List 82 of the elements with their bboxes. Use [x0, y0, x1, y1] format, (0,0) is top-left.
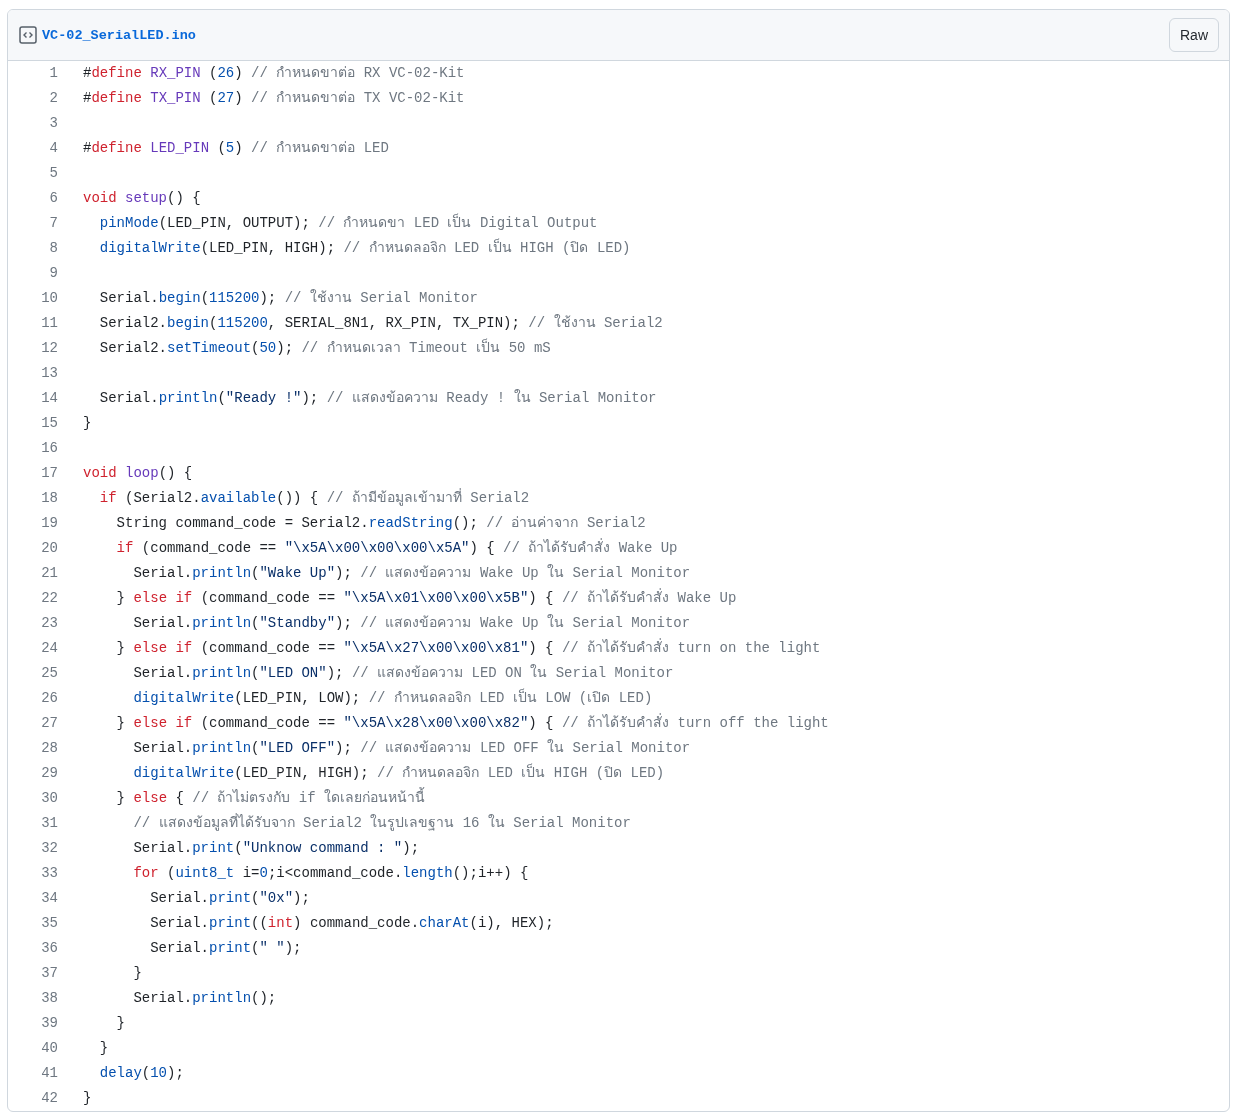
code-line: delay(10); — [98, 1064, 184, 1083]
line-number: 14 — [40, 389, 58, 408]
line-number: 3 — [48, 114, 58, 133]
line-number: 15 — [40, 414, 58, 433]
code-line: digitalWrite(LED_PIN, LOW); // กำหนดลอจิก LED เป็น LOW (เปิด LED) — [132, 687, 653, 708]
code-line: Serial2.setTimeout(50); // กำหนดเวลา Timeout เป็น 50 mS — [98, 337, 551, 358]
line-number: 20 — [40, 539, 58, 558]
line-number: 8 — [48, 239, 58, 258]
line-number: 6 — [48, 189, 58, 208]
line-number: 41 — [40, 1064, 58, 1083]
line-number: 27 — [40, 714, 58, 733]
code-line: Serial.print((int) command_code.charAt(i), HEX); — [149, 914, 554, 933]
line-number: 18 — [40, 489, 58, 508]
line-number: 21 — [40, 564, 58, 583]
line-number: 31 — [40, 814, 58, 833]
code-line: } else if (command_code == "\x5A\x01\x00\x00\x5B") { // ถ้าได้รับคำสั่ง Wake Up — [115, 587, 737, 608]
code-line: Serial.println("Standby"); // แสดงข้อความ Wake Up ใน Serial Monitor — [132, 613, 691, 633]
line-number: 40 — [40, 1039, 58, 1058]
code-line: Serial.println("Wake Up"); // แสดงข้อความ Wake Up ใน Serial Monitor — [132, 563, 691, 583]
code-line: if (Serial2.available()) { // ถ้ามีข้อมูลเข้ามาที่ Serial2 — [98, 487, 530, 508]
code-line: void loop() { — [83, 464, 193, 483]
line-number: 25 — [40, 664, 58, 683]
line-number: 23 — [40, 614, 58, 633]
code-line: String command_code = Serial2.readString(); // อ่านค่าจาก Serial2 — [115, 514, 646, 533]
code-line: } — [83, 1089, 92, 1108]
line-number: 39 — [40, 1014, 58, 1033]
code-line: #define LED_PIN (5) // กำหนดขาต่อ LED — [83, 139, 389, 158]
line-number: 36 — [40, 939, 58, 958]
line-number: 7 — [48, 214, 58, 233]
line-number: 2 — [48, 89, 58, 108]
line-number: 13 — [40, 364, 58, 383]
code-line: Serial.print("Unknow command : "); — [132, 839, 420, 858]
line-number: 19 — [40, 514, 58, 533]
line-number: 4 — [48, 139, 58, 158]
code-line: Serial.println("LED OFF"); // แสดงข้อความ LED OFF ใน Serial Monitor — [132, 738, 691, 758]
line-number: 10 — [40, 289, 58, 308]
line-number: 28 — [40, 739, 58, 758]
line-number: 42 — [40, 1089, 58, 1108]
code-line: } — [98, 1039, 109, 1058]
code-line: Serial.begin(115200); // ใช้งาน Serial Monitor — [98, 288, 478, 308]
code-line: for (uint8_t i=0;i<command_code.length();i++) { — [132, 864, 529, 883]
code-line: Serial.println("Ready !"); // แสดงข้อความ Ready ! ใน Serial Monitor — [98, 388, 657, 408]
code-line: } — [115, 1014, 125, 1033]
line-number: 16 — [40, 439, 58, 458]
code-line: Serial.println(); — [132, 989, 277, 1008]
line-number: 29 — [40, 764, 58, 783]
raw-button[interactable]: Raw — [1169, 18, 1219, 52]
code-line: } else { // ถ้าไม่ตรงกับ if ใดเลยก่อนหน้านี้ — [83, 786, 426, 811]
code-file-icon — [19, 26, 37, 44]
line-number: 35 — [40, 914, 58, 933]
line-number: 11 — [40, 314, 58, 333]
code-line: } else if (command_code == "\x5A\x28\x00\x00\x82") { // ถ้าได้รับคำสั่ง turn off the light — [115, 712, 829, 733]
code-line: digitalWrite(LED_PIN, HIGH); // กำหนดลอจิก LED เป็น HIGH (ปิด LED) — [132, 762, 665, 783]
code-line: void setup() { — [83, 189, 201, 208]
line-number: 37 — [40, 964, 58, 983]
line-number: 24 — [40, 639, 58, 658]
line-number: 12 — [40, 339, 58, 358]
line-number: 34 — [40, 889, 58, 908]
code-line: } — [132, 964, 142, 983]
line-number: 32 — [40, 839, 58, 858]
code-line: Serial.print(" "); — [149, 939, 302, 958]
code-line: #define RX_PIN (26) // กำหนดขาต่อ RX VC-02-Kit — [83, 64, 465, 83]
file-name-link[interactable]: VC-02_SerialLED.ino — [42, 27, 196, 43]
code-line: if (command_code == "\x5A\x00\x00\x00\x5A") { // ถ้าได้รับคำสั่ง Wake Up — [115, 537, 678, 558]
code-line: Serial2.begin(115200, SERIAL_8N1, RX_PIN, TX_PIN); // ใช้งาน Serial2 — [98, 313, 663, 333]
line-number: 9 — [48, 264, 58, 283]
line-number: 17 — [40, 464, 58, 483]
line-number: 33 — [40, 864, 58, 883]
line-number: 38 — [40, 989, 58, 1008]
code-line: // แสดงข้อมูลที่ได้รับจาก Serial2 ในรูปเลขฐาน 16 ใน Serial Monitor — [132, 812, 631, 833]
code-line: } else if (command_code == "\x5A\x27\x00\x00\x81") { // ถ้าได้รับคำสั่ง turn on the light — [115, 637, 821, 658]
code-line: pinMode(LED_PIN, OUTPUT); // กำหนดขา LED เป็น Digital Output — [98, 212, 598, 233]
code-line: digitalWrite(LED_PIN, HIGH); // กำหนดลอจิก LED เป็น HIGH (ปิด LED) — [98, 237, 631, 258]
code-line: Serial.println("LED ON"); // แสดงข้อความ LED ON ใน Serial Monitor — [132, 663, 674, 683]
line-number: 26 — [40, 689, 58, 708]
line-number: 5 — [48, 164, 58, 183]
line-number: 30 — [40, 789, 58, 808]
line-number: 1 — [48, 64, 58, 83]
line-number: 22 — [40, 589, 58, 608]
code-line: #define TX_PIN (27) // กำหนดขาต่อ TX VC-02-Kit — [83, 89, 465, 108]
code-line: Serial.print("0x"); — [149, 889, 310, 908]
code-line: } — [83, 414, 92, 433]
